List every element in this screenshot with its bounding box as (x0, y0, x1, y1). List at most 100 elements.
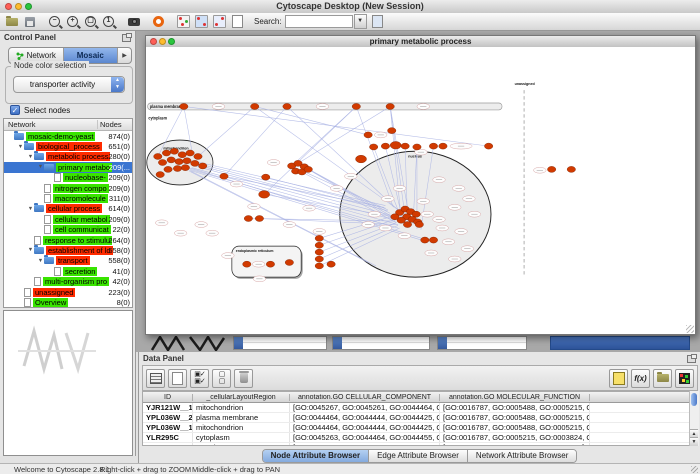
node-color-dropdown[interactable]: transporter activity ▲▼ (13, 76, 125, 93)
graph-node[interactable] (391, 214, 399, 220)
tree-col-network[interactable]: Network (4, 120, 98, 129)
table-row[interactable]: YLR295Ccytoplasm[GO:0045263, GO:0044464,… (143, 433, 689, 443)
graph-node[interactable] (164, 166, 172, 172)
graph-node[interactable] (262, 174, 270, 180)
graph-node[interactable] (390, 141, 401, 149)
graph-node[interactable] (327, 261, 335, 267)
table-scrollbar[interactable]: ▲ ▼ (689, 391, 699, 446)
col-go-molecular-function[interactable]: annotation.GO MOLECULAR_FUNCTION (440, 394, 590, 401)
delete-attributes-icon[interactable] (234, 369, 253, 388)
table-cell[interactable]: YLR295C (143, 433, 193, 442)
graph-node[interactable] (154, 153, 162, 159)
tree-row[interactable]: ▼establishment of lo558(0) (4, 245, 132, 255)
table-cell[interactable]: YPL036W__1 (143, 423, 193, 432)
table-cell[interactable]: cytoplasm (193, 433, 290, 442)
graph-node[interactable] (369, 144, 377, 150)
heatmap-icon[interactable] (675, 369, 694, 388)
tree-col-nodes[interactable]: Nodes (98, 120, 132, 129)
new-attribute-icon[interactable] (168, 369, 187, 388)
col-go-cellular-component[interactable]: annotation.GO CELLULAR_COMPONENT (290, 394, 440, 401)
select-nodes-checkbox[interactable]: ✓ (10, 105, 20, 115)
graph-node[interactable] (283, 103, 291, 109)
table-cell[interactable]: plasma membrane (193, 413, 290, 422)
expand-arrow-icon[interactable]: ▼ (37, 164, 44, 170)
unselect-attributes-icon[interactable]: ▢▢ (212, 369, 231, 388)
table-cell[interactable]: YPL036W__2 (143, 413, 193, 422)
annotation-icon[interactable] (230, 15, 245, 29)
tree-row[interactable]: multi-organism pro42(0) (4, 276, 132, 286)
snapshot-icon[interactable] (126, 15, 141, 29)
graph-node[interactable] (364, 132, 372, 138)
graph-node[interactable] (255, 215, 263, 221)
graph-node[interactable] (186, 150, 194, 156)
table-cell[interactable]: [GO:0016787, GO:0005488, GO:0005215, G..… (440, 413, 590, 422)
tree-row[interactable]: ▼biological_process651(0) (4, 141, 132, 151)
graph-node[interactable] (403, 222, 411, 228)
attribute-table-icon[interactable] (146, 369, 165, 388)
graph-node[interactable] (173, 166, 181, 172)
col-id[interactable]: ID (143, 394, 193, 401)
tab-network-attribute-browser[interactable]: Network Attribute Browser (468, 450, 576, 462)
scroll-down-icon[interactable]: ▼ (690, 437, 698, 446)
table-cell[interactable]: [GO:0016787, GO:0005215, GO:0003824, G..… (440, 433, 590, 442)
table-row[interactable]: YKR052Ccytoplasm[GO:0044464, GO:0044446,… (143, 443, 689, 446)
import-attributes-icon[interactable] (653, 369, 672, 388)
tree-row[interactable]: nucleobase-209(0) (4, 173, 132, 183)
network-ops-icon[interactable] (176, 15, 191, 29)
graph-node[interactable] (194, 153, 202, 159)
tab-node-attribute-browser[interactable]: Node Attribute Browser (263, 450, 370, 462)
minimized-network-2[interactable] (332, 336, 430, 350)
tree-row[interactable]: cellular metabol209(0) (4, 214, 132, 224)
show-all-icon[interactable] (212, 15, 227, 29)
tree-row[interactable]: ▼primary metabo209(... (4, 162, 132, 172)
tree-row[interactable]: secretion41(0) (4, 266, 132, 276)
expand-arrow-icon[interactable]: ▼ (27, 206, 34, 212)
tree-row[interactable]: Overview8(0) (4, 297, 132, 307)
graph-node[interactable] (429, 143, 437, 149)
graph-node[interactable] (156, 172, 164, 178)
expand-arrow-icon[interactable]: ▼ (27, 247, 34, 253)
expand-arrow-icon[interactable]: ▼ (17, 144, 24, 150)
function-builder-icon[interactable]: f(x) (631, 369, 650, 388)
graph-node[interactable] (220, 173, 228, 179)
tree-row[interactable]: unassigned223(0) (4, 287, 132, 297)
table-cell[interactable]: [GO:0016787, GO:0005488, GO:0005215, G..… (440, 423, 590, 432)
table-cell[interactable]: YKR052C (143, 443, 193, 446)
frame-resize-grip[interactable] (686, 325, 694, 333)
graph-node[interactable] (388, 128, 396, 134)
tree-row[interactable]: macromolecule311(0) (4, 193, 132, 203)
tree-row[interactable]: response to stimulu264(0) (4, 235, 132, 245)
table-cell[interactable]: YJR121W__1 (143, 403, 193, 412)
graph-node[interactable] (315, 235, 323, 241)
search-input[interactable] (285, 15, 353, 28)
graph-node[interactable] (547, 166, 555, 172)
graph-node[interactable] (259, 191, 270, 199)
table-row[interactable]: YPL036W__1mitochondrion[GO:0044464, GO:0… (143, 423, 689, 433)
graph-node[interactable] (401, 143, 409, 149)
graph-node[interactable] (315, 242, 323, 248)
minimized-network-1[interactable] (233, 336, 327, 350)
zoom-fit-icon[interactable]: 1 (101, 15, 116, 29)
birds-eye-view[interactable] (3, 310, 133, 456)
window-resize-grip[interactable] (691, 466, 698, 473)
table-cell[interactable]: [GO:0044464, GO:0044444, GO:0044425, G..… (290, 413, 440, 422)
tree-row[interactable]: ▼metabolic process280(0) (4, 152, 132, 162)
expand-arrow-icon[interactable]: ▼ (37, 258, 44, 264)
search-config-icon[interactable] (370, 15, 385, 29)
graph-node[interactable] (162, 150, 170, 156)
graph-node[interactable] (413, 144, 421, 150)
tree-row[interactable]: ▼transport558(0) (4, 256, 132, 266)
graph-node[interactable] (415, 222, 423, 228)
expand-arrow-icon[interactable]: ▼ (27, 154, 34, 160)
zoom-in-icon[interactable]: + (65, 15, 80, 29)
graph-node[interactable] (175, 159, 183, 165)
tree-row[interactable]: ▼cellular process614(0) (4, 204, 132, 214)
table-cell[interactable]: [GO:0016787, GO:0005488, GO:0005215, G..… (440, 403, 590, 412)
graph-node[interactable] (356, 155, 367, 163)
graph-node[interactable] (484, 143, 492, 149)
table-cell[interactable]: [GO:0044464, GO:0044444, GO:0044425, G..… (290, 423, 440, 432)
graph-node[interactable] (567, 166, 575, 172)
table-cell[interactable]: [GO:0045263, GO:0044464, GO:0044455, G..… (290, 433, 440, 442)
open-file-icon[interactable] (4, 15, 19, 29)
network-canvas[interactable]: plasma membrane cytoplasm mitochondrion … (146, 47, 695, 334)
